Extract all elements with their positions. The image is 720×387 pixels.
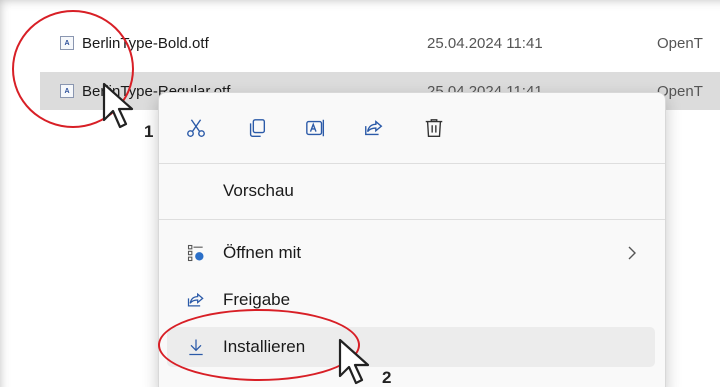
menu-item-label: Öffnen mit	[223, 243, 302, 262]
menu-item-label: Freigabe	[223, 290, 291, 309]
file-type: OpenT	[657, 34, 703, 52]
cut-icon	[187, 119, 205, 137]
share-icon	[185, 289, 207, 311]
copy-icon	[249, 119, 266, 137]
share-icon	[365, 120, 383, 136]
font-file-icon: A	[60, 84, 74, 98]
context-menu: Vorschau Öffnen mit Freigabe Installiere…	[158, 92, 666, 387]
menu-item-label: Vorschau	[223, 181, 294, 200]
share-button[interactable]	[359, 113, 389, 143]
menu-item-label: Installieren	[223, 337, 306, 356]
menu-item-installieren[interactable]: Installieren	[167, 327, 655, 367]
menu-item-vorschau[interactable]: Vorschau	[167, 171, 655, 211]
step-number-2: 2	[382, 368, 392, 387]
chevron-right-icon	[628, 246, 636, 260]
rename-icon	[306, 119, 325, 137]
menu-divider	[159, 219, 665, 220]
step-number-1: 1	[144, 122, 154, 141]
explorer-screenshot: A BerlinType-Bold.otf 25.04.2024 11:41 O…	[0, 0, 720, 387]
cut-button[interactable]	[181, 113, 211, 143]
file-date: 25.04.2024 11:41	[427, 34, 543, 52]
delete-icon	[425, 119, 443, 137]
menu-item-freigabe[interactable]: Freigabe	[167, 280, 655, 320]
menu-item-open-with[interactable]: Öffnen mit	[167, 233, 655, 273]
font-file-icon: A	[60, 36, 74, 50]
file-row-bold[interactable]: A BerlinType-Bold.otf 25.04.2024 11:41 O…	[40, 24, 720, 62]
download-icon	[185, 336, 207, 358]
open-with-icon	[185, 242, 207, 264]
quick-actions-bar	[159, 93, 665, 163]
rename-button[interactable]	[301, 113, 331, 143]
file-name: BerlinType-Bold.otf	[82, 34, 209, 52]
menu-divider	[159, 163, 665, 164]
copy-button[interactable]	[242, 113, 272, 143]
delete-button[interactable]	[419, 113, 449, 143]
